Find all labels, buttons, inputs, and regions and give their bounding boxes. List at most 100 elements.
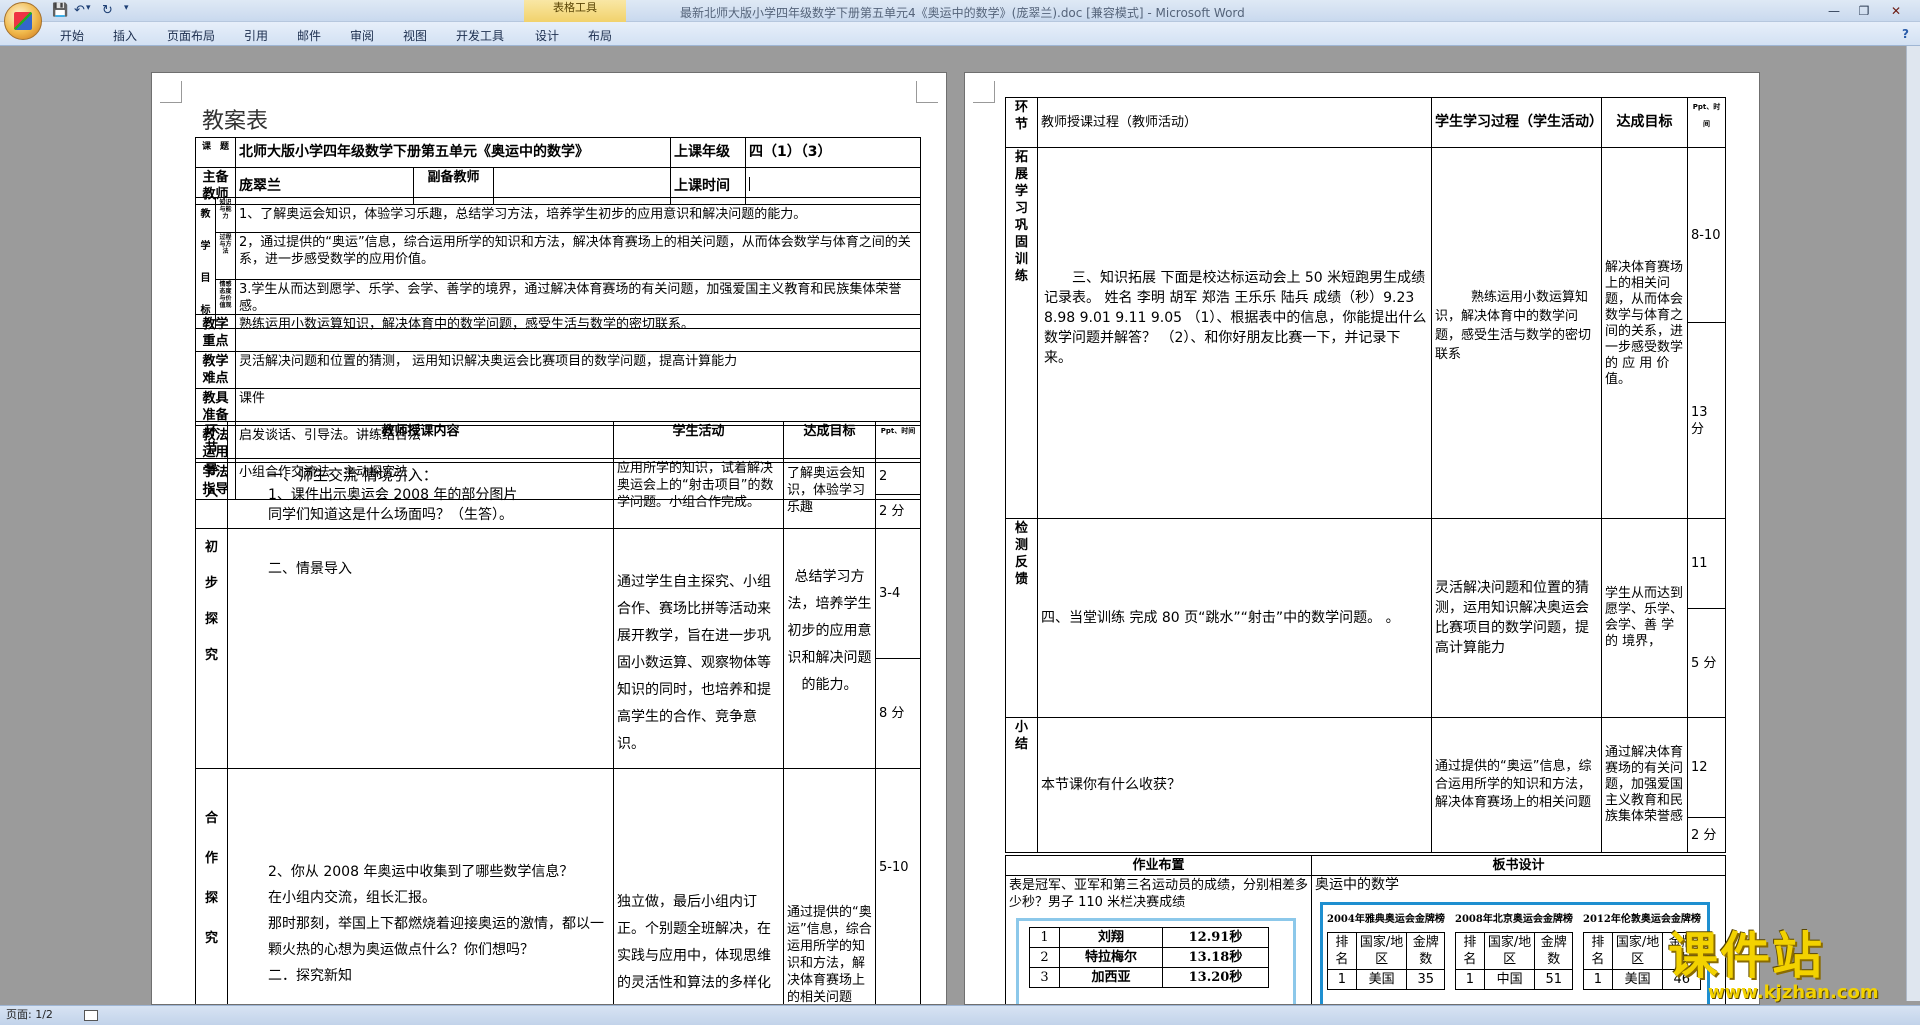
info-text[interactable]: 灵活解决问题和位置的猜测， 运用知识解决奥运会比赛项目的数学问题，提高计算能力: [235, 351, 921, 389]
result-rank: 1: [1029, 927, 1060, 948]
info-label: 教具准备: [195, 388, 236, 426]
stage-label: 合作探究: [195, 768, 228, 1004]
col-time: Ppt、时间: [875, 421, 921, 459]
tab-table-design[interactable]: 设计: [535, 27, 559, 44]
time-cell: 2 分: [1687, 817, 1726, 853]
grade-label: 上课年级: [670, 137, 746, 168]
stage-label: 检测反馈: [1005, 518, 1038, 718]
info-row: 教学难点 灵活解决问题和位置的猜测， 运用知识解决奥运会比赛项目的数学问题，提高计…: [195, 351, 921, 389]
result-name: 刘翔: [1059, 927, 1163, 948]
tab-insert[interactable]: 插入: [113, 27, 137, 44]
office-button[interactable]: [4, 2, 42, 40]
info-text[interactable]: 课件: [235, 388, 921, 426]
target-text[interactable]: 学生从而达到愿学、乐学、会学、善 学 的 境界，: [1601, 518, 1688, 718]
medal-header: 排名: [1583, 932, 1613, 970]
board-label: 板书设计: [1311, 855, 1726, 876]
content-line: 在小组内交流，组长汇报。: [268, 890, 436, 906]
goal-text[interactable]: 2，通过提供的“奥运”信息，综合运用所学的知识和方法，解决体育赛场上的相关问题，…: [235, 231, 921, 280]
student-activity[interactable]: 应用所学的知识，试着解决奥运会上的“射击项目”的数学问题。小组合作完成。: [613, 458, 784, 529]
section-content[interactable]: 一、师生交流 情境引入： 1、课件出示奥运会 2008 年的部分图片 同学们知道…: [227, 458, 614, 529]
board-cell[interactable]: 奥运中的数学 2004年雅典奥运会金牌榜 排名 国家/地区 金牌数 1 美国 35 20…: [1311, 875, 1726, 1004]
topic-value[interactable]: 北师大版小学四年级数学下册第五单元《奥运中的数学》: [235, 137, 671, 168]
close-icon[interactable]: ✕: [1882, 2, 1910, 20]
watermark-text: 课件站: [1668, 927, 1824, 985]
tab-view[interactable]: 视图: [403, 27, 427, 44]
medal-table: 排名 国家/地区 金牌数 1 美国 35: [1327, 932, 1445, 990]
time-cell: 8 分: [875, 658, 921, 769]
tab-table-layout[interactable]: 布局: [588, 27, 612, 44]
content-line: 2、你从 2008 年奥运中收集到了哪些数学信息？: [268, 864, 574, 880]
minimize-icon[interactable]: —: [1820, 2, 1848, 20]
teacher-activity[interactable]: 三、知识拓展 下面是校达标运动会上 50 米短跑男生成绩记录表。 姓名 李明 胡…: [1037, 147, 1432, 519]
time-cell: 13 分: [1687, 322, 1726, 519]
medal-panel: 2008年北京奥运会金牌榜 排名 国家/地区 金牌数 1 中国 51: [1455, 913, 1575, 990]
medal-header: 国家/地区: [1611, 932, 1664, 970]
section-content[interactable]: 二、情景导入: [227, 528, 614, 769]
results-row: 3 加西亚 13.20秒: [1029, 967, 1269, 988]
info-label: 教学难点: [195, 351, 236, 389]
target-text[interactable]: 通过解决体育赛场的有关问题，加强爱国主义教育和民族集体荣誉感: [1601, 717, 1688, 853]
stage-label: 初步探究: [195, 528, 228, 769]
page-corner-mark: [973, 81, 995, 103]
results-row: 1 刘翔 12.91秒: [1029, 927, 1269, 948]
target-text[interactable]: 总结学习方法，培养学生初步的应用意识和解决问题的能力。: [783, 528, 876, 769]
tab-mailings[interactable]: 邮件: [297, 27, 321, 44]
section-content[interactable]: 2、你从 2008 年奥运中收集到了哪些数学信息？ 在小组内交流，组长汇报。 那…: [227, 768, 614, 1004]
info-text[interactable]: 熟练运用小数运算知识，解决体育中的数学问题，感受生活与数学的密切联系。: [235, 314, 921, 352]
teacher-activity[interactable]: 本节课你有什么收获？: [1037, 717, 1432, 853]
customize-qat-icon[interactable]: ▾: [124, 3, 129, 13]
process-table-2: 环节 教师授课过程（教师活动） 学生学习过程（学生活动） 达成目标 Ppt、时间…: [1005, 97, 1726, 853]
content-line: 二．探究新知: [268, 968, 352, 984]
result-time: 12.91秒: [1162, 927, 1269, 948]
watermark-logo: 课件站 www.kjzhan.com: [1668, 927, 1908, 1002]
tab-page-layout[interactable]: 页面布局: [167, 27, 215, 44]
target-text[interactable]: 通过提供的“奥运”信息，综合运用所学的知识和方法，解决体育赛场上的相关问题: [783, 768, 876, 1004]
medal-title: 2004年雅典奥运会金牌榜: [1327, 914, 1445, 925]
undo-dropdown-icon[interactable]: ▾: [86, 3, 91, 13]
target-text[interactable]: 解决体育赛场上的相关问题，从而体会数学与体育之间的关系，进一步感受数学的 应 用…: [1601, 147, 1688, 519]
target-text[interactable]: 了解奥运会知识，体验学习乐趣: [783, 458, 876, 529]
col-stage: 环节: [195, 421, 228, 459]
goal-text[interactable]: 1、了解奥运会知识，体验学习乐趣，总结学习方法，培养学生初步的应用意识和解决问题…: [235, 197, 921, 233]
tab-home[interactable]: 开始: [60, 27, 84, 44]
title-bar: 💾 ↶ ▾ ↻ ▾ 表格工具 最新北师大版小学四年级数学下册第五单元4《奥运中的…: [0, 0, 1920, 22]
undo-icon[interactable]: ↶: [74, 3, 85, 18]
page-indicator[interactable]: 页面: 1/2: [6, 1008, 53, 1021]
text-cursor: [749, 176, 750, 191]
student-activity[interactable]: 独立做，最后小组内订正。个别题全班解决，在实践与应用中，体现思维的灵活性和算法的…: [613, 768, 784, 1004]
time-cell: 2: [875, 458, 921, 495]
page-heading: 教案表: [202, 109, 269, 134]
save-icon[interactable]: 💾: [52, 3, 68, 18]
student-activity[interactable]: 通过提供的“奥运”信息，综合运用所学的知识和方法，解决体育赛场上的相关问题: [1431, 717, 1602, 853]
col-stage: 环节: [1005, 97, 1038, 148]
goal-row: 教学目标 知识与能力 1、了解奥运会知识，体验学习乐趣，总结学习方法，培养学生初…: [195, 197, 921, 329]
tab-developer[interactable]: 开发工具: [456, 27, 504, 44]
medal-header: 排名: [1327, 932, 1357, 970]
student-activity[interactable]: 灵活解决问题和位置的猜测，运用知识解决奥运会比赛项目的数学问题，提高计算能力: [1431, 518, 1602, 718]
process-row: 检测反馈 四、当堂训练 完成 80 页“跳水”“射击”中的数学问题。 。 灵活解…: [1005, 518, 1726, 718]
homework-cell[interactable]: 表是冠军、亚军和第三名运动员的成绩，分别相差多少秒？男子 110 米栏决赛成绩 …: [1005, 875, 1312, 1004]
content-line: 那时那刻，举国上下都燃烧着迎接奥运的激情，都以一颗火热的心想为奥运做点什么？你们…: [268, 916, 604, 958]
help-icon[interactable]: ?: [1902, 27, 1909, 41]
process-header-row: 环节 教师授课过程（教师活动） 学生学习过程（学生活动） 达成目标 Ppt、时间: [1005, 97, 1726, 148]
stage-label: 小结: [1005, 717, 1038, 853]
proofing-icon[interactable]: [84, 1009, 99, 1021]
redo-icon[interactable]: ↻: [102, 3, 113, 18]
student-activity[interactable]: 通过学生自主探究、小组合作、赛场比拼等活动来展开教学，旨在进一步巩固小数运算、观…: [613, 528, 784, 769]
col-student: 学生学习过程（学生活动）: [1431, 97, 1603, 148]
teacher-activity[interactable]: 四、当堂训练 完成 80 页“跳水”“射击”中的数学问题。 。: [1037, 518, 1432, 718]
medal-title: 2008年北京奥运会金牌榜: [1455, 914, 1573, 925]
tab-review[interactable]: 审阅: [350, 27, 374, 44]
process-row: 小结 本节课你有什么收获？ 通过提供的“奥运”信息，综合运用所学的知识和方法，解…: [1005, 717, 1726, 853]
medal-cell: 美国: [1355, 969, 1408, 990]
time-cell: 5-10: [875, 768, 921, 1004]
info-row: 教学重点 熟练运用小数运算知识，解决体育中的数学问题，感受生活与数学的密切联系。: [195, 314, 921, 352]
student-activity[interactable]: 熟练运用小数运算知识，解决体育中的数学问题，感受生活与数学的密切联系: [1431, 147, 1602, 519]
vertical-scrollbar[interactable]: [1906, 46, 1920, 1001]
tab-references[interactable]: 引用: [244, 27, 268, 44]
result-rank: 3: [1029, 967, 1060, 988]
grade-value[interactable]: 四（1）（3）: [745, 137, 921, 168]
medal-cell: 1: [1455, 969, 1485, 990]
restore-icon[interactable]: ❐: [1850, 2, 1878, 20]
process-table: 环节 教师授课内容 学生活动 达成目标 Ppt、时间 导入 一、师生交流 情境引…: [195, 421, 921, 1004]
